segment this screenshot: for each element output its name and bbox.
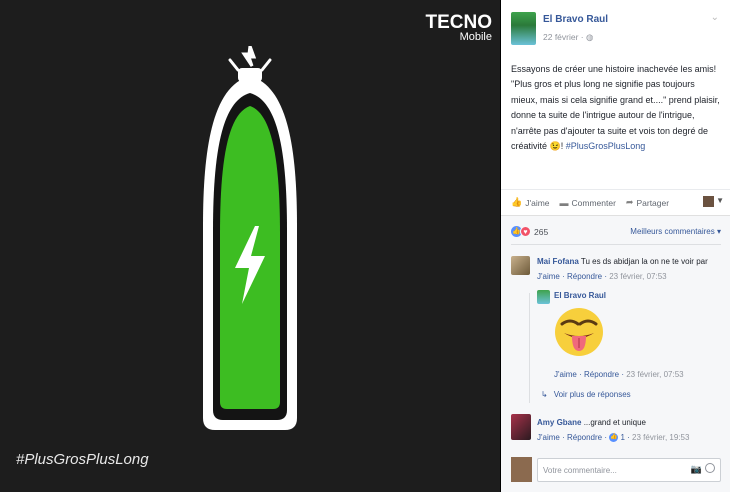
thumbs-up-icon: 👍: [511, 197, 523, 207]
write-comment-row: Votre commentaire... 📷: [511, 457, 721, 484]
author-avatar[interactable]: [511, 12, 536, 45]
divider: [511, 244, 721, 245]
comment-time[interactable]: 23 février, 19:53: [632, 433, 689, 442]
reply-reply-link[interactable]: Répondre: [584, 370, 619, 379]
page-avatar-selector[interactable]: [703, 196, 714, 207]
comments-section: 👍 ♥ 265 Meilleurs commentaires ▾ Mai Fof…: [501, 215, 730, 492]
comment-like-link[interactable]: J'aime: [537, 433, 560, 442]
post-panel: El Bravo Raul 22 février · ◍ ⌄ Essayons …: [501, 0, 730, 492]
comment-time[interactable]: 23 février, 07:53: [609, 272, 666, 281]
chevron-down-icon[interactable]: ⌄: [711, 12, 719, 23]
commenter-avatar[interactable]: [511, 256, 530, 275]
tongue-out-sticker[interactable]: [554, 307, 604, 357]
comment-label: Commenter: [571, 197, 616, 208]
post-date[interactable]: 22 février · ◍: [543, 32, 593, 43]
like-label: J'aime: [525, 197, 550, 208]
comment-like-count: 1: [620, 433, 625, 442]
post-photo[interactable]: TECNO Mobile #PlusGrosPlusLong: [0, 0, 500, 492]
camera-icon[interactable]: 📷: [691, 464, 702, 475]
share-button[interactable]: ➦ Partager: [626, 197, 669, 208]
share-label: Partager: [636, 197, 670, 208]
share-arrow-icon: ➦: [625, 197, 634, 207]
reply-meta: J'aime · Répondre · 23 février, 07:53: [554, 370, 684, 379]
comment-body: ...grand et unique: [581, 418, 646, 427]
comment-text: Mai Fofana Tu es ds abidjan la on ne te …: [537, 257, 708, 266]
viewer-avatar[interactable]: [511, 457, 532, 482]
brand-subtitle: Mobile: [459, 31, 492, 43]
caret-down-icon[interactable]: ▼: [716, 196, 724, 205]
like-button[interactable]: 👍 J'aime: [511, 197, 550, 208]
globe-icon: ◍: [586, 32, 594, 42]
comment-sort-dropdown[interactable]: Meilleurs commentaires ▾: [630, 227, 721, 236]
post-hashtag-link[interactable]: #PlusGrosPlusLong: [566, 141, 646, 151]
reply-thread-line: [529, 293, 530, 403]
brand-logo: TECNO Mobile: [426, 13, 493, 43]
reaction-count[interactable]: 265: [534, 227, 548, 237]
comment-reply-link[interactable]: Répondre: [567, 433, 602, 442]
reply-time[interactable]: 23 février, 07:53: [626, 370, 683, 379]
more-replies-label: Voir plus de réponses: [553, 390, 631, 399]
action-bar: 👍 J'aime ▬ Commenter ➦ Partager ▼: [501, 189, 730, 215]
commenter-name[interactable]: Amy Gbane: [537, 418, 581, 427]
photo-hashtag: #PlusGrosPlusLong: [16, 451, 149, 468]
facebook-photo-viewer: TECNO Mobile #PlusGrosPlusLong El Bravo …: [0, 0, 730, 492]
brand-name: TECNO: [425, 12, 493, 33]
wink-emoji-icon: 😉: [549, 141, 561, 152]
comment-like-badge[interactable]: 👍 1: [609, 433, 625, 443]
reply-like-link[interactable]: J'aime: [554, 370, 577, 379]
spark-icon: [228, 45, 272, 72]
love-reaction-icon[interactable]: ♥: [520, 226, 531, 237]
comment-like-link[interactable]: J'aime: [537, 272, 560, 281]
commenter-name[interactable]: Mai Fofana: [537, 257, 579, 266]
commenter-avatar[interactable]: [511, 414, 531, 440]
like-reaction-icon: 👍: [609, 433, 619, 443]
comment-body: Tu es ds abidjan la on ne te voir par: [578, 257, 708, 266]
comment-reply-link[interactable]: Répondre: [567, 272, 602, 281]
reply-text: El Bravo Raul: [554, 291, 606, 300]
comment-text: Amy Gbane ...grand et unique: [537, 418, 646, 427]
post-text-main: Essayons de créer une histoire inachevée…: [511, 64, 720, 152]
post-text: Essayons de créer une histoire inachevée…: [511, 62, 723, 154]
reply-author-avatar[interactable]: [537, 290, 550, 304]
reactions-row: 👍 ♥ 265 Meilleurs commentaires ▾: [511, 225, 721, 239]
emoji-picker-icon[interactable]: [705, 463, 715, 473]
author-name[interactable]: El Bravo Raul: [543, 14, 608, 25]
reply-arrow-icon: ↳: [541, 390, 548, 399]
comment-meta: J'aime · Répondre · 👍 1 · 23 février, 19…: [537, 433, 690, 443]
comment-button[interactable]: ▬ Commenter: [560, 198, 616, 208]
post-date-text: 22 février ·: [543, 32, 586, 42]
comment-meta: J'aime · Répondre · 23 février, 07:53: [537, 272, 667, 281]
reply-author-name[interactable]: El Bravo Raul: [554, 291, 606, 300]
more-replies-link[interactable]: ↳ Voir plus de réponses: [541, 390, 631, 399]
comment-icon: ▬: [559, 197, 569, 208]
battery-illustration: [193, 45, 308, 436]
post-header: El Bravo Raul 22 février · ◍ ⌄: [511, 12, 721, 48]
